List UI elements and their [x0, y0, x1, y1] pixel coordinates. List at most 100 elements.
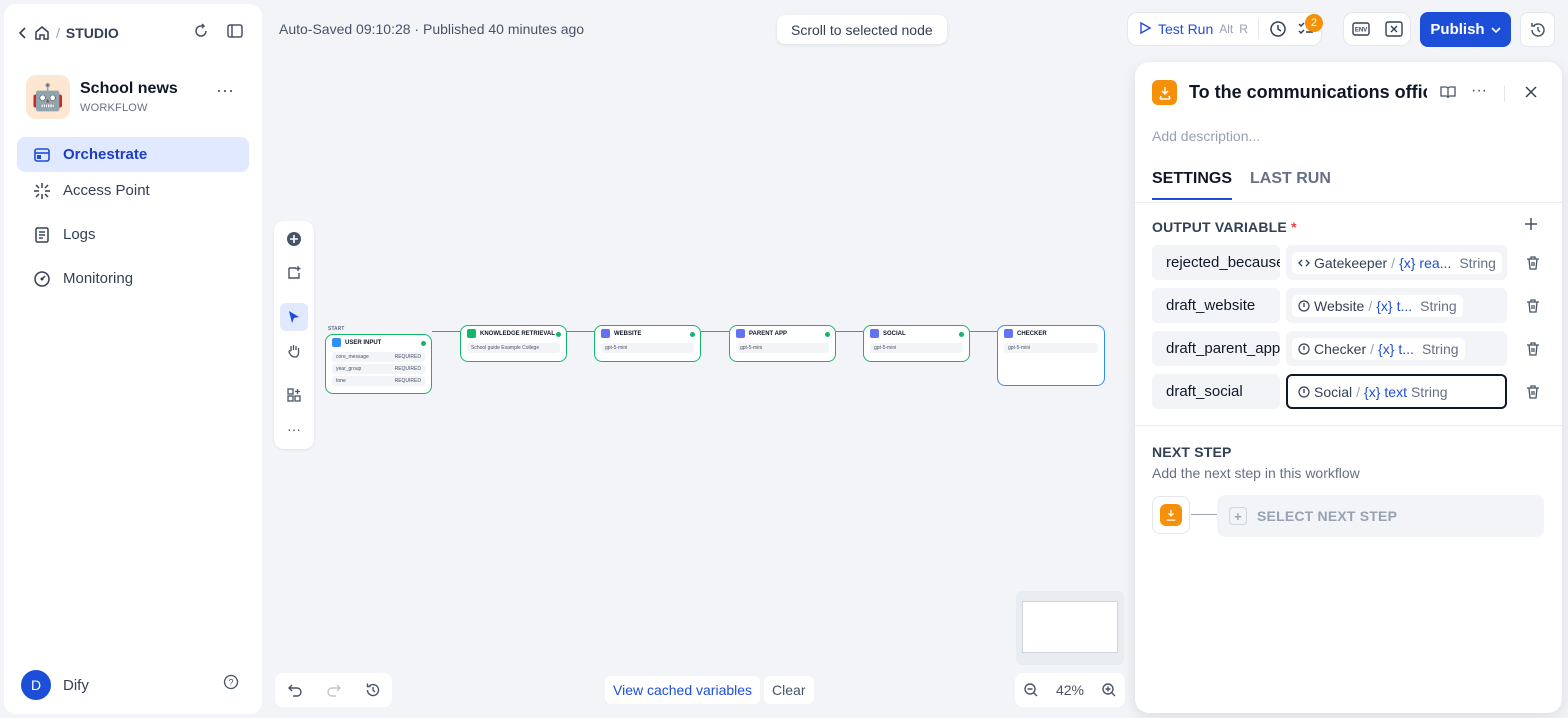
node-parent-app[interactable]: PARENT APP gpt-5-mini [729, 325, 836, 362]
trash-icon[interactable] [1525, 341, 1541, 357]
panel-title[interactable]: To the communications officer [1189, 82, 1427, 103]
tab-settings[interactable]: SETTINGS [1152, 170, 1233, 200]
help-icon[interactable]: ? [223, 674, 239, 690]
add-variable-icon[interactable] [1524, 217, 1538, 231]
checklist-icon[interactable]: 2 [1297, 14, 1323, 38]
node-title: WEBSITE [614, 330, 642, 337]
node-title: PARENT APP [749, 330, 788, 337]
zoom-control: 42% [1015, 673, 1125, 707]
redo-icon[interactable] [326, 682, 342, 698]
undo-icon[interactable] [287, 682, 303, 698]
more-icon[interactable]: ··· [216, 80, 234, 101]
organize-icon[interactable] [280, 381, 308, 409]
variable-name-input[interactable]: draft_website [1152, 288, 1280, 323]
panel-header: To the communications officer [1152, 80, 1427, 105]
user-avatar: D [21, 670, 51, 700]
node-status-icon [690, 332, 695, 337]
test-run-button[interactable]: Test Run Alt R [1138, 21, 1248, 38]
more-tools-icon[interactable]: ··· [280, 415, 308, 443]
node-website[interactable]: WEBSITE gpt-5-mini [594, 325, 701, 362]
variable-name-input[interactable]: draft_parent_app [1152, 331, 1280, 366]
node-social[interactable]: SOCIAL gpt-5-mini [863, 325, 970, 362]
required-mark: * [1291, 219, 1297, 235]
variable-selector[interactable]: Checker / {x} t... String [1286, 331, 1507, 366]
robot-icon: 🤖 [26, 75, 70, 119]
select-next-step-button[interactable]: + SELECT NEXT STEP [1217, 495, 1544, 537]
env-icon[interactable]: ENV [1351, 21, 1370, 37]
current-node-chip [1152, 496, 1190, 534]
nav-orchestrate[interactable]: Orchestrate [17, 137, 249, 172]
node-subtitle: gpt-5-mini [1004, 343, 1098, 353]
more-icon[interactable]: ··· [1471, 82, 1487, 100]
variable-selector[interactable]: Social / {x} text String [1286, 374, 1507, 409]
sidebar-toggle-icon[interactable] [226, 22, 244, 40]
scroll-to-selected-button[interactable]: Scroll to selected node [777, 15, 947, 44]
llm-icon [870, 329, 879, 338]
tab-last-run[interactable]: LAST RUN [1250, 170, 1331, 200]
monitoring-icon [33, 270, 51, 288]
clear-button[interactable]: Clear [764, 676, 814, 704]
description-input[interactable]: Add description... [1152, 128, 1260, 144]
save-status: Auto-Saved 09:10:28 · Published 40 minut… [279, 21, 585, 37]
add-node-icon[interactable] [280, 225, 308, 253]
variables-icon[interactable] [1384, 21, 1403, 37]
hand-icon[interactable] [280, 337, 308, 365]
minimap[interactable] [1016, 591, 1124, 665]
user-name: Dify [63, 676, 89, 694]
variable-reference: Gatekeeper / {x} rea... String [1292, 251, 1502, 274]
breadcrumb-studio[interactable]: STUDIO [66, 25, 119, 41]
nav-label: Logs [63, 226, 96, 243]
llm-node-icon [1298, 385, 1310, 398]
variable-selector[interactable]: Website / {x} t... String [1286, 288, 1507, 323]
variable-icon: {x} [1376, 297, 1393, 314]
trash-icon[interactable] [1525, 298, 1541, 314]
docs-icon[interactable] [1440, 84, 1456, 100]
nav-logs[interactable]: Logs [17, 217, 249, 252]
llm-icon [736, 329, 745, 338]
output-row: draft_social Social / {x} text String [1152, 374, 1541, 409]
code-icon [1298, 257, 1310, 269]
nav-label: Monitoring [63, 270, 134, 287]
publish-label: Publish [1430, 21, 1485, 38]
zoom-in-icon[interactable] [1101, 682, 1117, 698]
canvas-toolbar: ··· [274, 221, 314, 449]
user-input-icon [332, 338, 341, 347]
zoom-level[interactable]: 42% [1056, 682, 1084, 698]
node-user-input[interactable]: USER INPUT core_message REQUIRED year_gro… [325, 334, 432, 394]
zoom-out-icon[interactable] [1023, 682, 1039, 698]
next-step-description: Add the next step in this workflow [1152, 465, 1360, 481]
chevron-left-icon[interactable] [18, 26, 28, 40]
node-checker[interactable]: CHECKER gpt-5-mini [997, 325, 1105, 386]
user-account[interactable]: D Dify [21, 670, 89, 700]
variable-name-input[interactable]: draft_social [1152, 374, 1280, 409]
node-knowledge-retrieval[interactable]: KNOWLEDGE RETRIEVAL School guide Example… [460, 325, 567, 362]
node-settings-panel: To the communications officer ··· Add de… [1135, 62, 1562, 713]
pointer-icon[interactable] [280, 303, 308, 331]
run-history-icon[interactable] [1269, 20, 1287, 38]
svg-text:ENV: ENV [1354, 28, 1366, 34]
home-icon[interactable] [34, 25, 50, 41]
nav-access-point[interactable]: Access Point [17, 173, 249, 208]
trash-icon[interactable] [1525, 255, 1541, 271]
refresh-icon[interactable] [192, 22, 210, 40]
play-icon [1138, 21, 1152, 38]
add-note-icon[interactable] [280, 259, 308, 287]
publish-button[interactable]: Publish [1420, 12, 1511, 47]
minimap-viewport [1022, 601, 1118, 653]
variable-selector[interactable]: Gatekeeper / {x} rea... String [1286, 245, 1507, 280]
variable-name-input[interactable]: rejected_because [1152, 245, 1280, 280]
start-label: START [328, 326, 345, 332]
llm-node-icon [1298, 299, 1310, 312]
version-history-button[interactable] [1520, 12, 1555, 47]
nav-monitoring[interactable]: Monitoring [17, 261, 249, 296]
edge [432, 331, 460, 332]
trash-icon[interactable] [1525, 384, 1541, 400]
edge [567, 331, 594, 332]
history-icon[interactable] [365, 682, 381, 698]
view-cached-variables-button[interactable]: View cached variables [605, 676, 761, 704]
close-icon[interactable] [1524, 85, 1538, 99]
node-subtitle: gpt-5-mini [736, 343, 829, 353]
node-title: SOCIAL [883, 330, 906, 337]
node-title: USER INPUT [345, 339, 382, 346]
node-status-icon [825, 332, 830, 337]
